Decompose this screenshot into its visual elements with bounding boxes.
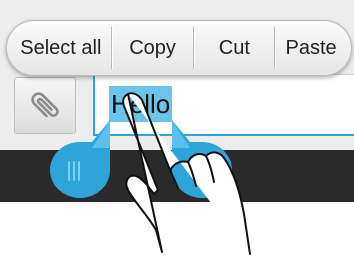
selection-handle-left[interactable] (46, 118, 114, 200)
cut-button[interactable]: Cut (194, 21, 274, 75)
screen: Hello Select all Copy Cut Paste (0, 0, 354, 260)
paste-button[interactable]: Paste (275, 21, 351, 75)
copy-button[interactable]: Copy (112, 21, 194, 75)
hand-gesture-icon (122, 92, 251, 255)
select-all-button[interactable]: Select all (7, 21, 111, 75)
text-selection-menu: Select all Copy Cut Paste (6, 20, 352, 76)
